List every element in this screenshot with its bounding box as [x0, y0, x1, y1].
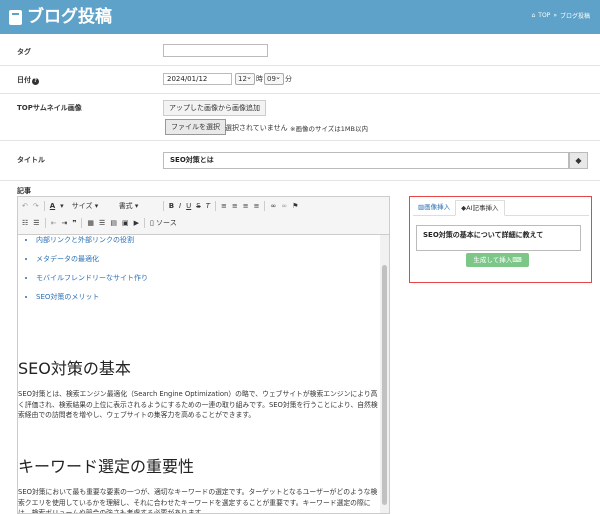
text-color-icon[interactable]: A [50, 202, 55, 210]
editor-heading-2: キーワード選定の重要性 [18, 457, 195, 476]
add-uploaded-image-button[interactable]: アップした画像から画像追加 [163, 100, 266, 116]
italic-icon[interactable]: I [179, 202, 181, 210]
home-icon: ⌂ [531, 12, 536, 19]
tab-ai-article-insert[interactable]: ◆AI記事挿入 [455, 200, 505, 216]
clear-format-icon[interactable]: T [206, 202, 210, 210]
title-label: タイトル [17, 156, 45, 164]
editor-list: 内部リンクと外部リンクの役割 メタデータの最適化 モバイルフレンドリーなサイト作… [36, 235, 148, 302]
link-icon[interactable]: ∞ [270, 202, 276, 210]
keyboard-icon: ⌨ [512, 256, 522, 264]
blockquote-icon[interactable]: ❞ [72, 219, 76, 227]
date-label: 日付? [17, 75, 39, 85]
flag-icon[interactable]: ⚑ [292, 202, 298, 210]
align-center-icon[interactable]: ≡ [232, 202, 238, 210]
numbered-list-icon[interactable]: ☷ [22, 219, 28, 227]
editor-toolbar: ↶ ↷ A ▾ サイズ ▾ 書式 ▾ B I U S T ≡ ≡ ≡ ≡ ∞ ∞ … [17, 196, 390, 234]
indent-icon[interactable]: ⇥ [61, 219, 67, 227]
align-justify-icon[interactable]: ≡ [254, 202, 260, 210]
unlink-icon[interactable]: ∞ [281, 202, 287, 210]
format-dropdown[interactable]: 書式 ▾ [116, 200, 158, 212]
undo-icon[interactable]: ↶ [22, 202, 28, 210]
title-row: タイトル SEO対策とは ◆ [0, 141, 600, 181]
list-item[interactable]: メタデータの最適化 [36, 254, 148, 264]
ai-insert-panel: ▨画像挿入 ◆AI記事挿入 SEO対策の基本について詳細に教えて 生成して挿入⌨ [409, 196, 592, 283]
align-left-icon[interactable]: ≡ [221, 202, 227, 210]
tag-label: タグ [17, 48, 31, 56]
bullet-list-icon[interactable]: ☰ [33, 219, 39, 227]
list-item[interactable]: 内部リンクと外部リンクの役割 [36, 235, 148, 245]
hr-icon[interactable]: ☰ [99, 219, 105, 227]
underline-icon[interactable]: U [186, 202, 191, 210]
table-icon[interactable]: ▦ [87, 219, 94, 227]
date-row: 日付? 2024/01/12 12 時 09 分 [0, 66, 600, 94]
strikethrough-icon[interactable]: S [196, 202, 200, 210]
no-file-text: 選択されていません [225, 124, 288, 132]
outdent-icon[interactable]: ⇤ [51, 219, 57, 227]
editor-paragraph-1: SEO対策とは、検索エンジン最適化（Search Engine Optimiza… [18, 390, 378, 419]
tab-image-insert[interactable]: ▨画像挿入 [413, 200, 455, 215]
generate-insert-button[interactable]: 生成して挿入⌨ [466, 253, 529, 267]
grid-icon[interactable]: ▤ [110, 219, 117, 227]
bold-icon[interactable]: B [169, 202, 174, 210]
editor-scrollbar[interactable] [380, 235, 389, 513]
date-input[interactable]: 2024/01/12 [163, 73, 232, 85]
thumbnail-label: TOPサムネイル画像 [17, 104, 82, 112]
editor-paragraph-2: SEO対策において最も重要な要素の一つが、適切なキーワードの選定です。ターゲット… [18, 488, 378, 514]
align-right-icon[interactable]: ≡ [243, 202, 249, 210]
thumbnail-row: TOPサムネイル画像 アップした画像から画像追加 ファイルを選択 選択されていま… [0, 94, 600, 141]
breadcrumb-top[interactable]: TOP [538, 12, 550, 19]
book-icon [9, 9, 22, 25]
size-dropdown[interactable]: サイズ ▾ [69, 200, 111, 212]
diamond-button[interactable]: ◆ [569, 152, 588, 169]
page-header: ブログ投稿 ⌂ TOP » ブログ投稿 [0, 0, 600, 34]
body-label: 記事 [17, 187, 31, 195]
video-icon[interactable]: ▶ [134, 219, 139, 227]
size-note: ※画像のサイズは1MB以内 [290, 125, 368, 133]
title-input[interactable]: SEO対策とは [163, 152, 569, 169]
source-button[interactable]: ▯ ソース [150, 218, 177, 228]
breadcrumb-current: ブログ投稿 [559, 13, 590, 20]
editor-body[interactable]: 内部リンクと外部リンクの役割 メタデータの最適化 モバイルフレンドリーなサイト作… [17, 234, 390, 514]
list-item[interactable]: SEO対策のメリット [36, 292, 148, 302]
choose-file-button[interactable]: ファイルを選択 [165, 119, 226, 135]
tag-row: タグ [0, 34, 600, 66]
page-title: ブログ投稿 [9, 6, 112, 28]
ai-panel-tabs: ▨画像挿入 ◆AI記事挿入 [413, 200, 589, 216]
editor-heading-1: SEO対策の基本 [18, 359, 131, 378]
minute-select[interactable]: 09 [264, 72, 284, 85]
hour-select[interactable]: 12 [235, 72, 255, 85]
help-icon[interactable]: ? [32, 78, 39, 85]
redo-icon[interactable]: ↷ [33, 202, 39, 210]
tag-input[interactable] [163, 44, 268, 57]
breadcrumb: ⌂ TOP » ブログ投稿 [531, 12, 590, 20]
image-icon[interactable]: ▣ [122, 219, 129, 227]
ai-prompt-input[interactable]: SEO対策の基本について詳細に教えて [416, 225, 581, 251]
list-item[interactable]: モバイルフレンドリーなサイト作り [36, 273, 148, 283]
